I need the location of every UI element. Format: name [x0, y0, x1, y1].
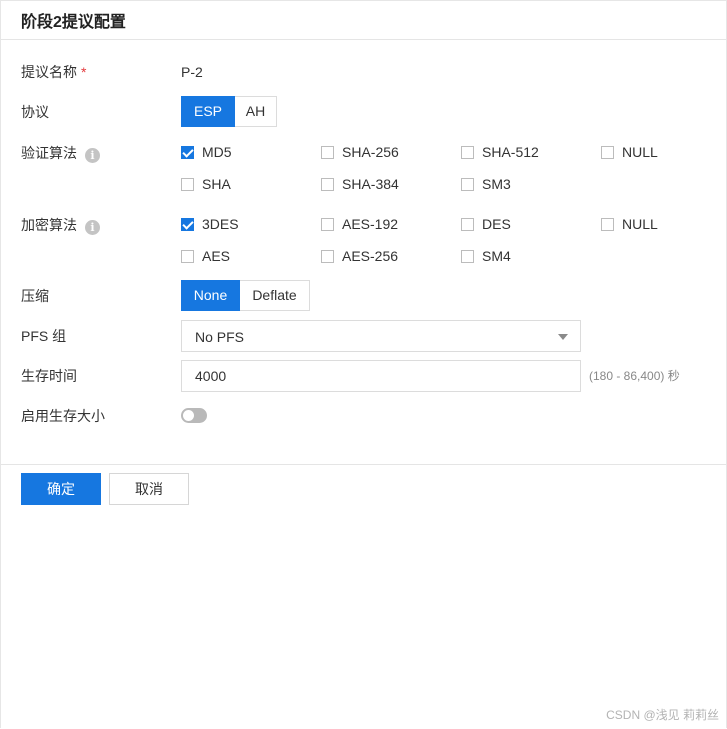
auth-checkbox-sha256[interactable]: SHA-256	[321, 142, 399, 162]
enc-option-label: AES-192	[342, 216, 399, 232]
auth-checkbox-null[interactable]: NULL	[601, 142, 658, 162]
toggle-knob	[183, 410, 194, 421]
lifetime-label: 生存时间	[21, 368, 77, 384]
pfs-selected-value: No PFS	[195, 329, 245, 345]
pfs-select[interactable]: No PFS	[181, 320, 581, 352]
encryption-label-text: 加密算法	[21, 217, 77, 233]
compression-option-none[interactable]: None	[181, 280, 240, 311]
lifetime-range-hint: (180 - 86,400) 秒	[589, 369, 680, 383]
checkbox-icon	[601, 217, 614, 231]
auth-label: 验证算法 i	[21, 143, 100, 163]
checkbox-icon	[181, 177, 194, 191]
auth-option-label: SHA	[202, 176, 231, 192]
checkbox-icon	[461, 249, 474, 263]
lifesize-label: 启用生存大小	[21, 408, 105, 424]
info-icon[interactable]: i	[85, 148, 100, 163]
auth-checkbox-sha[interactable]: SHA	[181, 174, 231, 194]
checkbox-checked-icon	[181, 217, 194, 231]
enc-checkbox-3des[interactable]: 3DES	[181, 214, 239, 234]
checkbox-icon	[321, 217, 334, 231]
checkbox-icon	[461, 177, 474, 191]
protocol-option-esp[interactable]: ESP	[181, 96, 235, 127]
enc-option-label: AES-256	[342, 248, 399, 264]
pfs-label: PFS 组	[21, 328, 67, 344]
enc-option-label: SM4	[482, 248, 511, 264]
checkbox-icon	[321, 145, 334, 159]
auth-checkbox-md5[interactable]: MD5	[181, 142, 232, 162]
footer-divider	[1, 464, 726, 465]
auth-option-label: NULL	[622, 144, 658, 160]
compression-label: 压缩	[21, 288, 49, 304]
dialog-title: 阶段2提议配置	[21, 14, 126, 31]
enc-option-label: AES	[202, 248, 231, 264]
protocol-option-ah[interactable]: AH	[235, 96, 277, 127]
enc-option-label: DES	[482, 216, 511, 232]
checkbox-icon	[181, 249, 194, 263]
enc-option-label: 3DES	[202, 216, 239, 232]
name-label-text: 提议名称	[21, 64, 77, 80]
auth-option-label: SM3	[482, 176, 511, 192]
enc-checkbox-null[interactable]: NULL	[601, 214, 658, 234]
header-divider	[1, 39, 726, 40]
enc-checkbox-aes[interactable]: AES	[181, 246, 230, 266]
checkbox-icon	[461, 217, 474, 231]
compression-segmented: None Deflate	[181, 280, 310, 311]
checkbox-icon	[601, 145, 614, 159]
checkbox-icon	[321, 177, 334, 191]
enc-option-label: NULL	[622, 216, 658, 232]
confirm-button[interactable]: 确定	[21, 473, 101, 505]
checkbox-checked-icon	[181, 145, 194, 159]
enc-checkbox-aes192[interactable]: AES-192	[321, 214, 398, 234]
lifesize-toggle[interactable]	[181, 408, 207, 423]
checkbox-icon	[321, 249, 334, 263]
auth-option-label: MD5	[202, 144, 232, 160]
protocol-label: 协议	[21, 104, 49, 120]
checkbox-icon	[461, 145, 474, 159]
enc-checkbox-sm4[interactable]: SM4	[461, 246, 511, 266]
encryption-label: 加密算法 i	[21, 215, 100, 235]
auth-option-label: SHA-256	[342, 144, 399, 160]
auth-checkbox-sha512[interactable]: SHA-512	[461, 142, 539, 162]
enc-checkbox-des[interactable]: DES	[461, 214, 511, 234]
name-value: P-2	[181, 64, 203, 80]
name-label: 提议名称 *	[21, 62, 86, 82]
caret-down-icon	[558, 334, 568, 340]
watermark: CSDN @浅见 莉莉丝	[606, 708, 719, 722]
auth-checkbox-sha384[interactable]: SHA-384	[321, 174, 399, 194]
required-mark: *	[81, 64, 87, 80]
auth-label-text: 验证算法	[21, 145, 77, 161]
auth-checkbox-sm3[interactable]: SM3	[461, 174, 511, 194]
cancel-button[interactable]: 取消	[109, 473, 189, 505]
lifetime-input[interactable]	[181, 360, 581, 392]
auth-option-label: SHA-384	[342, 176, 399, 192]
enc-checkbox-aes256[interactable]: AES-256	[321, 246, 398, 266]
auth-option-label: SHA-512	[482, 144, 539, 160]
protocol-segmented: ESP AH	[181, 96, 277, 127]
compression-option-deflate[interactable]: Deflate	[240, 280, 310, 311]
info-icon[interactable]: i	[85, 220, 100, 235]
